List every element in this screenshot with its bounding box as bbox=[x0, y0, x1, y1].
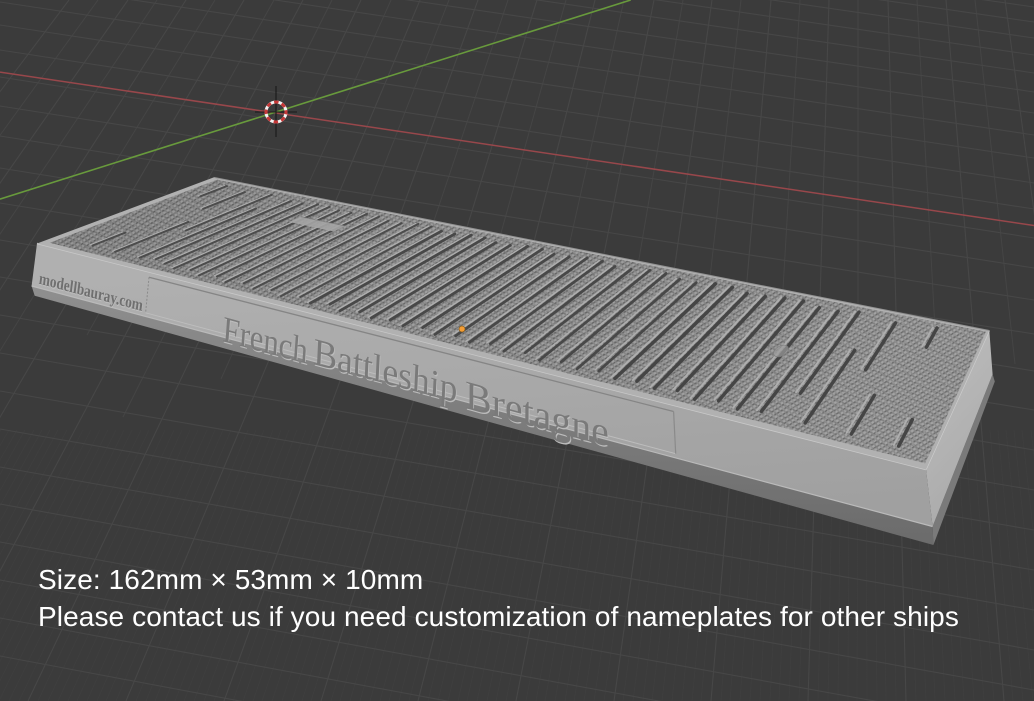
svg-text:Please contact us if you need: Please contact us if you need customizat… bbox=[38, 601, 959, 632]
svg-text:Size: 162mm × 53mm × 10mm: Size: 162mm × 53mm × 10mm bbox=[38, 564, 423, 595]
